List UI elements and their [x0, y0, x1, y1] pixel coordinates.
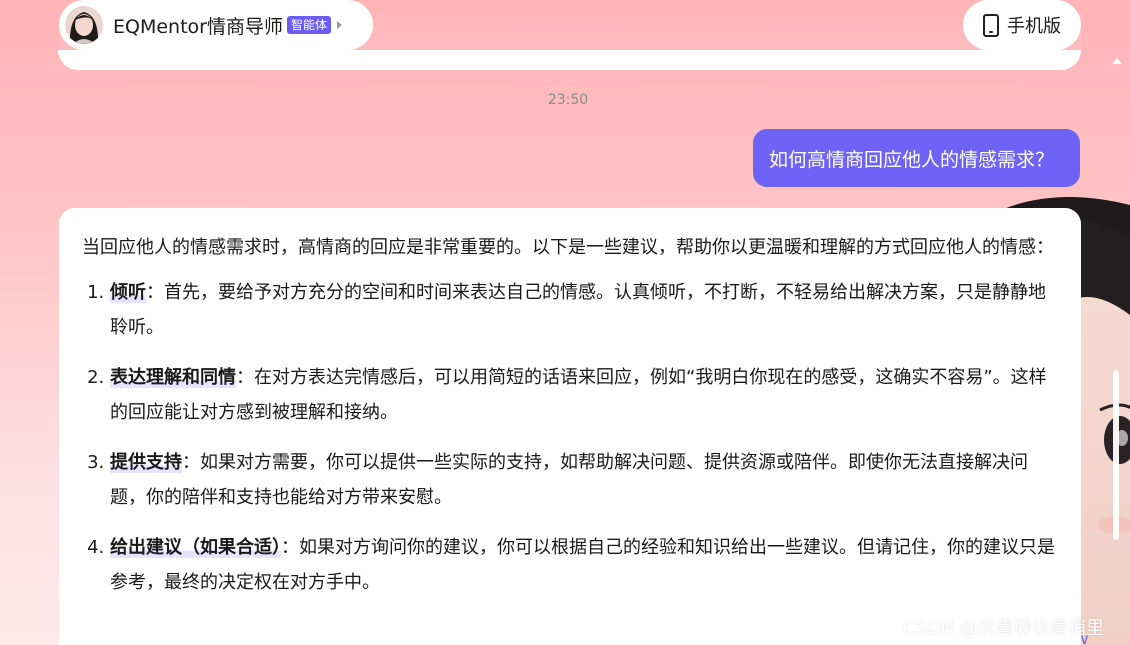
agent-badge: 智能体 [286, 16, 331, 34]
chat-scrollbar[interactable] [1113, 370, 1119, 540]
chat-page: EQMentor情商导师 智能体 手机版 23:50 如何高情商回应他人的情感需… [0, 0, 1130, 645]
answer-item-keyword: 表达理解和同情 [110, 367, 236, 388]
answer-list-item: 给出建议（如果合适）：如果对方询问你的建议，你可以根据自己的经验和知识给出一些建… [110, 530, 1059, 600]
answer-list-item: 倾听：首先，要给予对方充分的空间和时间来表达自己的情感。认真倾听，不打断，不轻易… [110, 275, 1059, 345]
answer-item-text: ：在对方表达完情感后，可以用简短的话语来回应，例如“我明白你现在的感受，这确实不… [110, 367, 1047, 423]
mobile-version-label: 手机版 [1007, 16, 1061, 37]
answer-intro: 当回应他人的情感需求时，高情商的回应是非常重要的。以下是一些建议，帮助你以更温暖… [82, 237, 1054, 258]
scroll-up-icon[interactable] [1112, 58, 1122, 64]
answer-item-keyword: 倾听 [110, 282, 146, 303]
answer-item-text: ：首先，要给予对方充分的空间和时间来表达自己的情感。认真倾听，不打断，不轻易给出… [110, 282, 1046, 338]
user-message-text: 如何高情商回应他人的情感需求？ [768, 148, 1054, 171]
answer-item-keyword: 提供支持 [110, 452, 182, 473]
phone-icon [983, 13, 999, 37]
answer-list-item: 表达理解和同情：在对方表达完情感后，可以用简短的话语来回应，例如“我明白你现在的… [110, 360, 1059, 430]
answer-list-item: 提供支持：如果对方需要，你可以提供一些实际的支持，如帮助解决问题、提供资源或陪伴… [110, 445, 1059, 515]
answer-list: 倾听：首先，要给予对方充分的空间和时间来表达自己的情感。认真倾听，不打断，不轻易… [82, 275, 1059, 600]
answer-item-keyword: 给出建议（如果合适） [110, 537, 281, 558]
agent-avatar [65, 6, 103, 44]
csdn-watermark: CSDN @欢喜躲在眉梢里 [903, 618, 1105, 639]
assistant-answer-card: 当回应他人的情感需求时，高情商的回应是非常重要的。以下是一些建议，帮助你以更温暖… [59, 208, 1081, 645]
agent-info-button[interactable]: EQMentor情商导师 智能体 [59, 0, 373, 50]
message-timestamp: 23:50 [547, 92, 589, 108]
user-message-bubble: 如何高情商回应他人的情感需求？ [752, 129, 1080, 187]
answer-item-text: ：如果对方需要，你可以提供一些实际的支持，如帮助解决问题、提供资源或陪伴。即使你… [110, 452, 1028, 508]
agent-name: EQMentor情商导师 [113, 15, 283, 38]
mobile-version-button[interactable]: 手机版 [963, 0, 1081, 50]
chevron-right-icon [337, 21, 342, 29]
